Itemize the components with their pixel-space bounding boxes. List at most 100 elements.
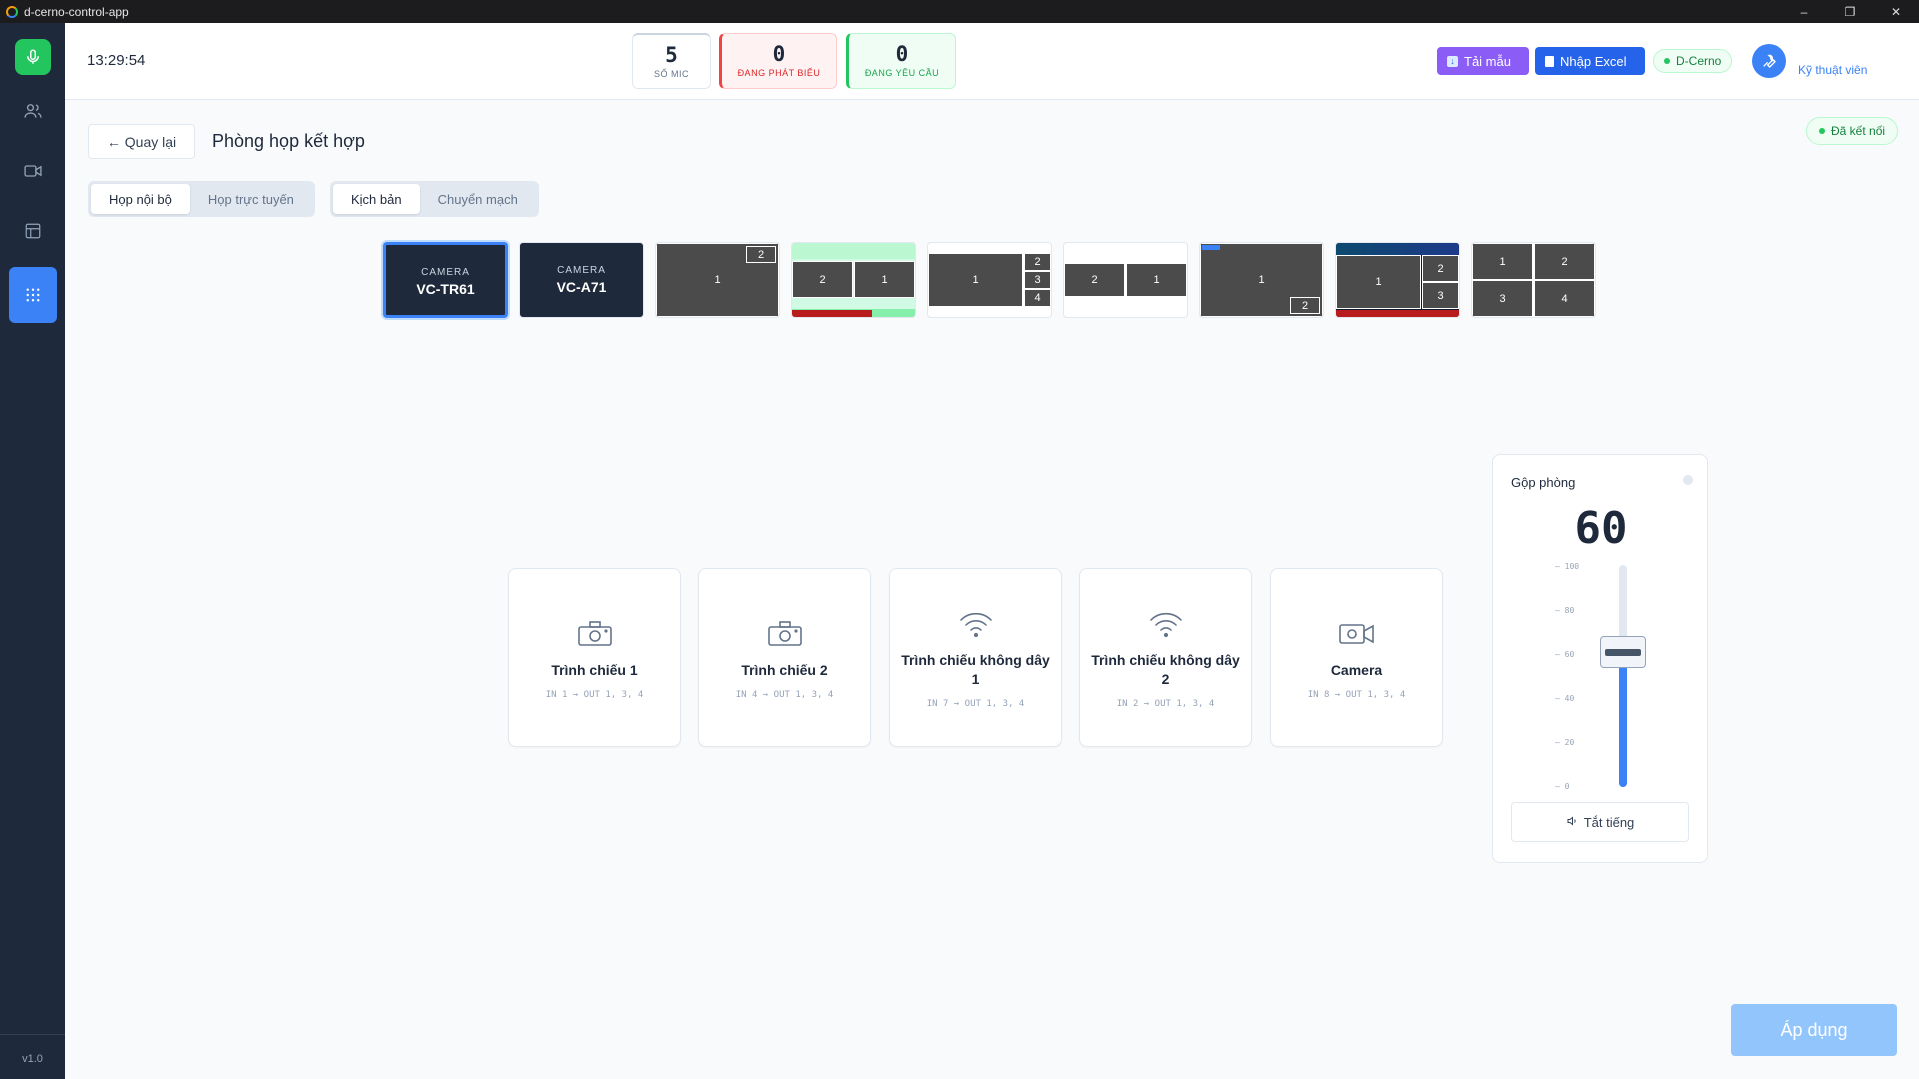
layout-quad[interactable]: 1 2 3 4 bbox=[1471, 242, 1596, 318]
back-button[interactable]: ← Quay lại bbox=[88, 124, 195, 159]
camera-preset-vc-tr61[interactable]: CAMERA VC-TR61 bbox=[383, 242, 508, 318]
layout-pane: 1 bbox=[928, 253, 1023, 307]
source-card-wireless-2[interactable]: Trình chiếu không dây 2 IN 2 → OUT 1, 3,… bbox=[1079, 568, 1252, 747]
camera-caption: CAMERA bbox=[421, 267, 470, 278]
mode-toggle: Kịch bản Chuyển mạch bbox=[330, 181, 539, 217]
header: 13:29:54 5 SỐ MIC 0 ĐANG PHÁT BIỂU 0 ĐAN… bbox=[65, 23, 1919, 100]
source-name: Camera bbox=[1330, 662, 1383, 678]
camera-preset-vc-a71[interactable]: CAMERA VC-A71 bbox=[519, 242, 644, 318]
apply-button[interactable]: Áp dụng bbox=[1731, 1004, 1897, 1056]
layout-one-plus-two[interactable]: 1 2 3 bbox=[1335, 242, 1460, 318]
stat-mic-count: 5 SỐ MIC bbox=[632, 33, 711, 89]
tab-online-meeting[interactable]: Họp trực tuyến bbox=[190, 184, 312, 214]
layout-pane: 2 bbox=[746, 246, 776, 263]
window-controls: – ❐ ✕ bbox=[1781, 0, 1919, 23]
stat-value: 5 bbox=[665, 43, 678, 67]
user-role[interactable]: Kỹ thuật viên bbox=[1798, 63, 1867, 77]
camera-name: VC-TR61 bbox=[416, 281, 475, 297]
tab-switching[interactable]: Chuyển mạch bbox=[420, 184, 536, 214]
layout-pane: 2 bbox=[1024, 253, 1051, 271]
camera-caption: CAMERA bbox=[557, 265, 606, 276]
tab-internal-meeting[interactable]: Họp nội bộ bbox=[91, 184, 190, 214]
layout-one-plus-three[interactable]: 1 2 3 4 bbox=[927, 242, 1052, 318]
import-excel-button[interactable]: Nhập Excel bbox=[1535, 47, 1645, 75]
stat-label: SỐ MIC bbox=[653, 69, 689, 79]
layout-pane: 3 bbox=[1422, 282, 1459, 309]
source-card-projector-1[interactable]: Trình chiếu 1 IN 1 → OUT 1, 3, 4 bbox=[508, 568, 681, 747]
volume-slider-fill bbox=[1619, 654, 1627, 787]
maximize-button[interactable]: ❐ bbox=[1827, 0, 1873, 23]
minimize-button[interactable]: – bbox=[1781, 0, 1827, 23]
video-camera-icon bbox=[1271, 617, 1442, 651]
layout-side-by-side-banner[interactable]: 2 1 bbox=[791, 242, 916, 318]
layout-pane: 1 bbox=[1336, 255, 1421, 309]
layout-pane: 2 bbox=[1534, 243, 1595, 280]
wifi-icon bbox=[890, 607, 1061, 641]
meeting-type-toggle: Họp nội bộ Họp trực tuyến bbox=[88, 181, 315, 217]
volume-tick: — 80 bbox=[1555, 606, 1575, 615]
stat-label: ĐANG PHÁT BIỂU bbox=[737, 68, 821, 78]
volume-slider-handle[interactable] bbox=[1600, 636, 1646, 668]
camera-name: VC-A71 bbox=[556, 279, 607, 295]
status-dot-icon bbox=[1664, 58, 1670, 64]
volume-panel: Gộp phòng 60 — 100 — 80 — 60 — 40 — 20 —… bbox=[1492, 454, 1708, 863]
layout-pane: 4 bbox=[1024, 289, 1051, 307]
layout-icon[interactable] bbox=[9, 207, 57, 255]
layout-selector: CAMERA VC-TR61 CAMERA VC-A71 1 2 2 1 1 2… bbox=[383, 242, 1596, 318]
source-route: IN 7 → OUT 1, 3, 4 bbox=[926, 699, 1025, 709]
window-title: d-cerno-control-app bbox=[24, 4, 129, 19]
video-icon[interactable] bbox=[9, 147, 57, 195]
layout-banner bbox=[1336, 243, 1459, 255]
microphone-logo-icon[interactable] bbox=[14, 39, 51, 75]
speaker-icon bbox=[1566, 815, 1578, 830]
layout-pane: 2 bbox=[792, 261, 853, 298]
device-status-badge: D-Cerno bbox=[1653, 49, 1733, 73]
volume-tick: — 20 bbox=[1555, 738, 1575, 747]
volume-tick: — 100 bbox=[1555, 562, 1580, 571]
source-name: Trình chiếu không dây 2 bbox=[1091, 652, 1240, 687]
source-route: IN 8 → OUT 1, 3, 4 bbox=[1307, 690, 1406, 700]
volume-tick: — 0 bbox=[1555, 782, 1570, 791]
layout-pane: 2 bbox=[1422, 255, 1459, 282]
tab-scenario[interactable]: Kịch bản bbox=[333, 184, 420, 214]
layout-pane: 3 bbox=[1472, 280, 1533, 317]
people-icon[interactable] bbox=[9, 87, 57, 135]
mute-button[interactable]: Tắt tiếng bbox=[1511, 802, 1689, 842]
avatar[interactable] bbox=[1752, 44, 1786, 78]
layout-banner bbox=[792, 243, 915, 259]
volume-tick: — 60 bbox=[1555, 650, 1575, 659]
window-titlebar: d-cerno-control-app – ❐ ✕ bbox=[0, 0, 1919, 23]
sidebar-divider bbox=[0, 1034, 65, 1035]
version-label: v1.0 bbox=[22, 1053, 43, 1065]
document-icon bbox=[1545, 55, 1554, 67]
wrench-icon bbox=[1763, 54, 1776, 68]
layout-pip-bottom-right[interactable]: 1 2 bbox=[1199, 242, 1324, 318]
clock: 13:29:54 bbox=[87, 52, 146, 69]
app-icon bbox=[6, 5, 18, 18]
stat-value: 0 bbox=[772, 42, 786, 66]
connection-status-badge: Đã kết nối bbox=[1806, 117, 1899, 145]
layout-pip-top-right[interactable]: 1 2 bbox=[655, 242, 780, 318]
source-name: Trình chiếu không dây 1 bbox=[901, 652, 1050, 687]
download-template-button[interactable]: ↓ Tải mẫu bbox=[1437, 47, 1529, 75]
stat-requesting: 0 ĐANG YÊU CẦU bbox=[846, 33, 956, 89]
mute-label: Tắt tiếng bbox=[1583, 814, 1635, 830]
grid-icon[interactable] bbox=[8, 267, 57, 323]
layout-pane: 4 bbox=[1534, 280, 1595, 317]
source-card-camera[interactable]: Camera IN 8 → OUT 1, 3, 4 bbox=[1270, 568, 1443, 747]
source-name: Trình chiếu 1 bbox=[551, 662, 638, 678]
stat-speaking: 0 ĐANG PHÁT BIỂU bbox=[719, 33, 837, 89]
layout-banner bbox=[1336, 310, 1459, 317]
source-card-projector-2[interactable]: Trình chiếu 2 IN 4 → OUT 1, 3, 4 bbox=[698, 568, 871, 747]
source-card-wireless-1[interactable]: Trình chiếu không dây 1 IN 7 → OUT 1, 3,… bbox=[889, 568, 1062, 747]
close-button[interactable]: ✕ bbox=[1873, 0, 1919, 23]
layout-pane: 2 bbox=[1290, 297, 1320, 314]
download-template-label: Tải mẫu bbox=[1464, 53, 1511, 69]
layout-two-equal[interactable]: 2 1 bbox=[1063, 242, 1188, 318]
status-dot-icon bbox=[1819, 128, 1825, 134]
layout-pane: 2 bbox=[1064, 263, 1125, 297]
source-route: IN 2 → OUT 1, 3, 4 bbox=[1116, 699, 1215, 709]
layout-pane: 1 bbox=[854, 261, 915, 298]
volume-indicator-icon bbox=[1683, 475, 1693, 485]
page-title: Phòng họp kết hợp bbox=[212, 131, 365, 151]
